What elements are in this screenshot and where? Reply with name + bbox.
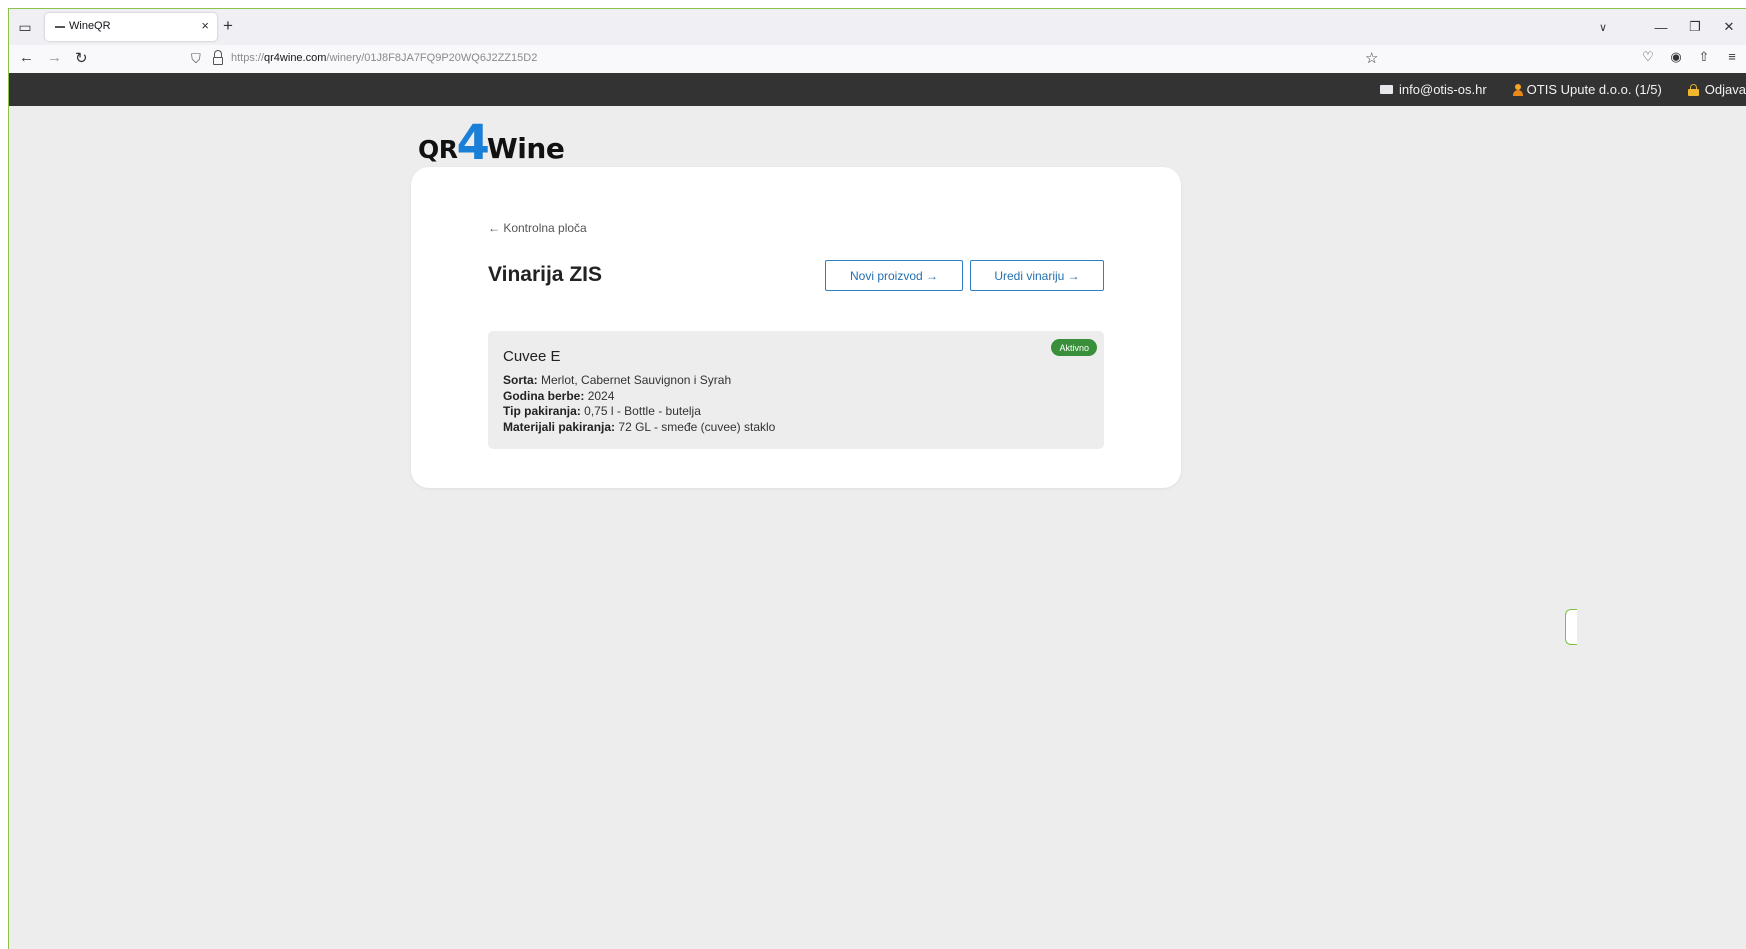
product-card[interactable]: Cuvee E Aktivno Sorta: Merlot, Cabernet … [488, 331, 1104, 449]
pocket-icon[interactable]: ♡ [1634, 49, 1662, 65]
tab-list-icon[interactable]: ▭ [15, 17, 35, 37]
site-top-bar: info@otis-os.hr OTIS Upute d.o.o. (1/5) … [9, 73, 1746, 106]
logo-four-text: 4 [456, 115, 490, 171]
qr4wine-logo[interactable]: QR 4 Wine [418, 115, 565, 171]
page-title: Vinarija ZIS [488, 263, 602, 286]
side-feedback-tab[interactable] [1565, 609, 1577, 645]
minimize-icon[interactable]: — [1644, 20, 1678, 35]
edit-winery-button[interactable]: Uredi vinariju → [970, 260, 1104, 291]
company-switcher[interactable]: OTIS Upute d.o.o. (1/5) [1512, 82, 1662, 97]
company-text: OTIS Upute d.o.o. (1/5) [1526, 82, 1662, 97]
email-link[interactable]: info@otis-os.hr [1380, 82, 1487, 97]
close-window-icon[interactable]: ✕ [1712, 19, 1746, 35]
dashboard-back-link[interactable]: ← Kontrolna ploča [488, 221, 587, 235]
status-badge: Aktivno [1051, 339, 1097, 356]
tab-title: WineQR [69, 20, 111, 32]
lock-icon[interactable] [213, 49, 223, 65]
extensions-icon[interactable]: ⇧ [1690, 49, 1718, 65]
menu-icon[interactable]: ≡ [1718, 49, 1746, 65]
variety-row: Sorta: Merlot, Cabernet Sauvignon i Syra… [503, 373, 732, 387]
vintage-row: Godina berbe: 2024 [503, 388, 615, 403]
address-bar[interactable]: ⛉ https://qr4wine.com/winery/01J8F8JA7FQ… [185, 47, 1385, 71]
logo-qr-text: QR [418, 135, 458, 164]
logout-link[interactable]: Odjava [1687, 82, 1746, 97]
winery-card: ← Kontrolna ploča Vinarija ZIS Novi proi… [411, 167, 1181, 488]
window-controls: ∨ — ❐ ✕ [1586, 15, 1746, 39]
padlock-icon [1687, 83, 1699, 96]
forward-icon[interactable]: → [47, 49, 62, 66]
tab-favicon-icon [55, 26, 65, 28]
package-row: Tip pakiranja: 0,75 l - Bottle - butelja [503, 404, 701, 418]
browser-window: ▭ WineQR × + ∨ — ❐ ✕ ← → ↻ ⛉ https://qr4… [8, 8, 1746, 949]
reload-icon[interactable]: ↻ [75, 49, 88, 67]
list-all-tabs-icon[interactable]: ∨ [1586, 21, 1620, 34]
back-icon[interactable]: ← [19, 49, 34, 66]
product-details: Sorta: Merlot, Cabernet Sauvignon i Syra… [503, 373, 775, 435]
star-icon[interactable]: ☆ [1365, 49, 1378, 67]
browser-tab[interactable]: WineQR × [45, 13, 217, 41]
tab-close-icon[interactable]: × [201, 18, 209, 33]
logo-wine-text: Wine [486, 132, 565, 165]
logout-text: Odjava [1704, 82, 1746, 97]
tab-bar: ▭ WineQR × + ∨ — ❐ ✕ [9, 9, 1746, 45]
new-product-button[interactable]: Novi proizvod → [825, 260, 963, 291]
email-text: info@otis-os.hr [1399, 82, 1487, 97]
toolbar-icons: ♡ ◉ ⇧ ≡ [1634, 49, 1746, 65]
account-icon[interactable]: ◉ [1662, 49, 1690, 65]
url-text[interactable]: https://qr4wine.com/winery/01J8F8JA7FQ9P… [231, 52, 537, 64]
product-name: Cuvee E [503, 348, 561, 365]
navigation-bar: ← → ↻ ⛉ https://qr4wine.com/winery/01J8F… [9, 45, 1746, 73]
materials-row: Materijali pakiranja: 72 GL - smeđe (cuv… [503, 419, 776, 434]
user-icon [1512, 83, 1523, 96]
new-tab-button[interactable]: + [223, 16, 233, 36]
restore-icon[interactable]: ❐ [1678, 19, 1712, 35]
mail-icon [1380, 85, 1394, 94]
shield-icon[interactable]: ⛉ [191, 51, 201, 67]
